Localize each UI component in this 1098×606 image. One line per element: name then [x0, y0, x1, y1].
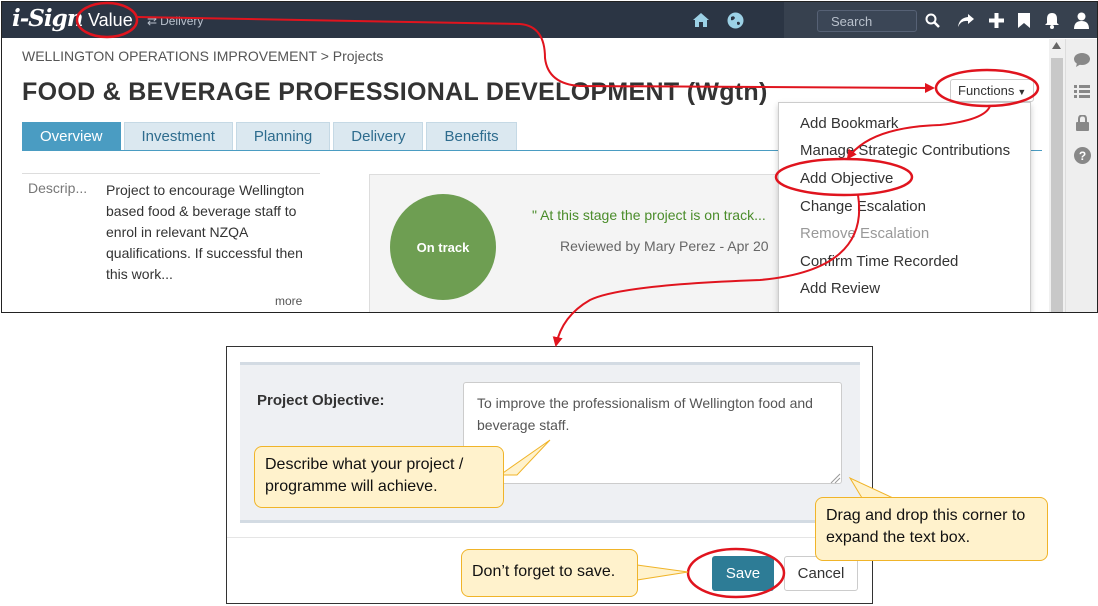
arrow-to-add-objective	[846, 105, 991, 160]
callout-drag: Drag and drop this corner to expand the …	[815, 497, 1048, 561]
highlight-value-ellipse	[75, 1, 139, 39]
callout-pointer	[636, 564, 689, 581]
highlight-save-ellipse	[686, 547, 786, 599]
highlight-add-objective-ellipse	[774, 157, 914, 197]
highlight-functions-ellipse	[934, 68, 1040, 108]
callout-save: Don’t forget to save.	[461, 549, 638, 597]
arrow-to-functions	[136, 16, 935, 93]
arrow-to-dialog	[552, 194, 861, 347]
callout-describe: Describe what your project / programme w…	[254, 446, 504, 508]
callout-pointer	[848, 476, 894, 499]
